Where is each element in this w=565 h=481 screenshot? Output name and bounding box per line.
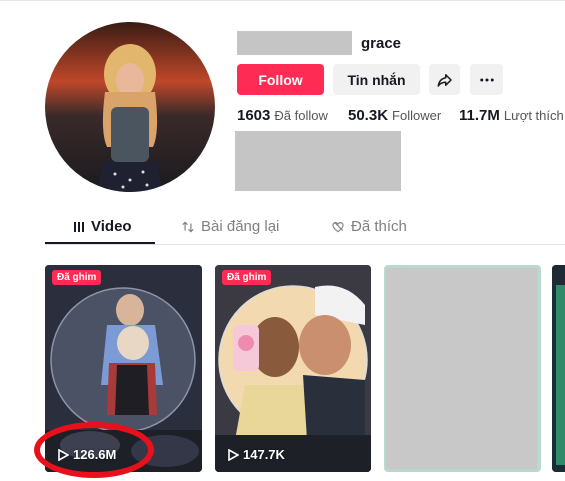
video-thumbnail: [552, 265, 565, 472]
tab-repost-label: Bài đăng lại: [201, 218, 280, 235]
display-name-redacted: [237, 31, 352, 55]
repost-icon: [182, 221, 194, 232]
followers-stat[interactable]: 50.3K Follower: [348, 107, 441, 124]
pinned-badge: Đã ghim: [222, 270, 272, 285]
likes-label: Lượt thích: [503, 108, 564, 123]
view-count-text: 147.7K: [243, 447, 285, 462]
following-label: Đã follow: [274, 108, 328, 123]
video-thumbnail: [215, 265, 371, 472]
video-thumbnail-redacted: [386, 268, 537, 469]
tab-liked[interactable]: Đã thích: [331, 218, 407, 235]
followers-count: 50.3K: [348, 107, 389, 124]
avatar[interactable]: [45, 22, 215, 192]
following-count: 1603: [237, 107, 271, 124]
tab-video[interactable]: Video: [73, 218, 132, 235]
play-icon: [228, 448, 239, 461]
tab-video-label: Video: [91, 218, 132, 235]
view-count: 147.7K: [228, 447, 285, 462]
share-button[interactable]: [429, 64, 460, 95]
followers-label: Follower: [392, 108, 442, 123]
more-button[interactable]: [470, 64, 503, 95]
message-button[interactable]: Tin nhắn: [333, 64, 420, 95]
share-icon: [437, 73, 452, 87]
likes-stat: 11.7M Lượt thích: [459, 107, 564, 124]
username: grace: [361, 35, 402, 52]
grid-icon: [74, 221, 84, 232]
more-icon: [479, 78, 494, 81]
top-divider: [0, 0, 565, 1]
tab-repost[interactable]: Bài đăng lại: [181, 218, 279, 235]
tab-liked-label: Đã thích: [351, 218, 407, 235]
follow-button[interactable]: Follow: [237, 64, 324, 95]
annotation-circle: [34, 422, 154, 478]
likes-count: 11.7M: [459, 107, 500, 124]
tab-divider: [45, 244, 565, 245]
heart-icon: [332, 221, 344, 232]
pinned-badge: Đã ghim: [52, 270, 102, 285]
video-card[interactable]: [552, 265, 565, 472]
video-card[interactable]: [384, 265, 541, 472]
following-stat[interactable]: 1603 Đã follow: [237, 107, 328, 124]
video-card[interactable]: Đã ghim 147.7K: [215, 265, 371, 472]
bio-redacted: [235, 131, 401, 191]
